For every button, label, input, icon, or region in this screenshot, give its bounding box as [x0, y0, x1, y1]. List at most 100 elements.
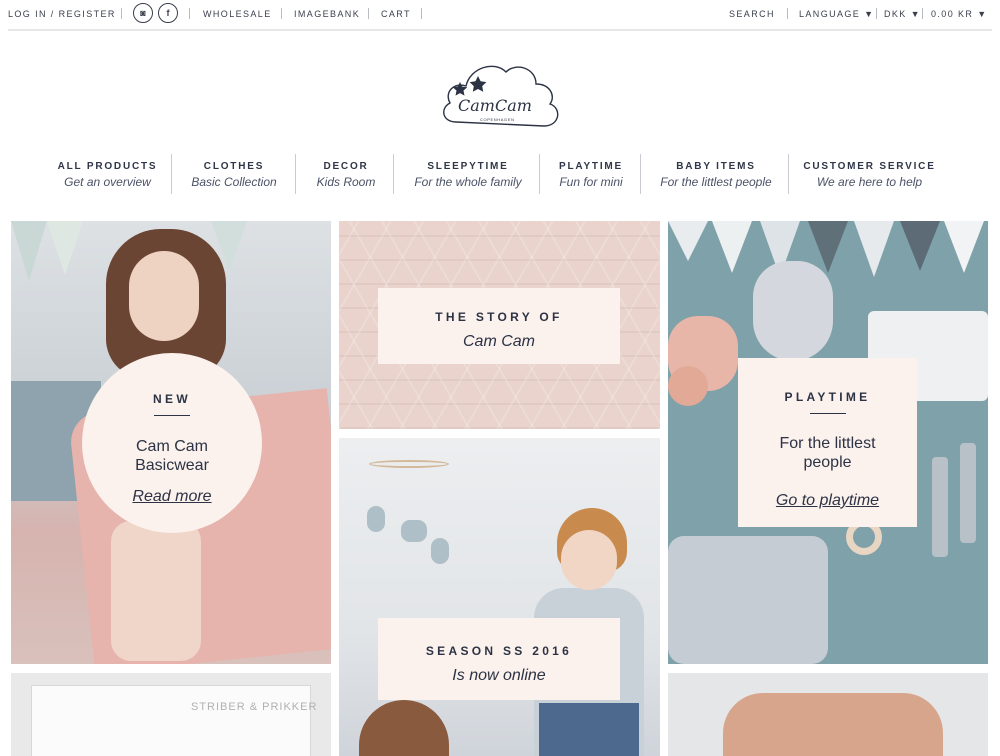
nav-subtitle: Kids Room [316, 175, 376, 189]
bunting-flag [47, 221, 83, 275]
nav-subtitle: We are here to help [816, 175, 923, 189]
divider [189, 8, 190, 19]
new-badge-text-line: Cam Cam [135, 438, 208, 455]
elephant-toy-image [668, 366, 708, 406]
story-subtitle: Cam Cam [462, 333, 535, 350]
top-bar-divider [8, 29, 992, 31]
season-card[interactable]: SEASON SS 2016 Is now online [378, 618, 620, 700]
nav-title: SLEEPYTIME [427, 161, 509, 172]
cart-total[interactable]: 0.00 KR ▼ [931, 9, 986, 19]
go-to-playtime-link[interactable]: Go to playtime [776, 492, 879, 510]
instagram-icon[interactable]: ◙ [133, 3, 153, 23]
nav-item-clothes[interactable]: CLOTHES Basic Collection [180, 152, 288, 196]
divider [368, 8, 369, 19]
nav-subtitle: Fun for mini [559, 175, 623, 189]
nav-item-sleepytime[interactable]: SLEEPYTIME For the whole family [402, 152, 534, 196]
magazine-heading: STRIBER & PRIKKER [191, 701, 318, 713]
nav-divider [295, 154, 296, 194]
cart-link[interactable]: CART [381, 9, 411, 19]
nav-title: ALL PRODUCTS [57, 161, 158, 172]
divider [421, 8, 422, 19]
jeans-image [539, 703, 639, 756]
nav-subtitle: For the littlest people [660, 175, 772, 189]
search-link[interactable]: SEARCH [729, 9, 775, 19]
mobile-toy-image [401, 520, 427, 542]
wholesale-link[interactable]: WHOLESALE [203, 9, 272, 19]
nav-item-customer-service[interactable]: CUSTOMER SERVICE We are here to help [797, 152, 942, 196]
season-tile[interactable] [339, 438, 660, 756]
nav-subtitle: Get an overview [64, 175, 151, 189]
currency-select[interactable]: DKK ▼ [884, 9, 920, 19]
playtime-card[interactable]: PLAYTIME For the littlest people Go to p… [738, 358, 917, 527]
bunting-flag [854, 221, 894, 277]
divider [281, 8, 282, 19]
playtime-text: For the littlest people [738, 434, 917, 472]
magazine-tile[interactable]: STRIBER & PRIKKER [11, 673, 331, 756]
logo-wordmark: CamCam [458, 96, 532, 115]
nav-divider [393, 154, 394, 194]
nav-item-baby-items[interactable]: BABY ITEMS For the littlest people [650, 152, 782, 196]
divider [121, 8, 122, 19]
bunting-flag [944, 221, 984, 273]
nav-title: CUSTOMER SERVICE [803, 161, 936, 172]
bag-tile[interactable] [668, 673, 988, 756]
bunting-flag [11, 221, 47, 281]
bunting-flag [900, 221, 940, 271]
divider [922, 8, 923, 19]
playtime-title: PLAYTIME [784, 390, 871, 404]
playtime-text-line: people [803, 454, 852, 471]
magazine-image [31, 685, 311, 756]
divider [809, 413, 846, 414]
nav-subtitle: Basic Collection [191, 175, 277, 189]
balloon-toy-image [753, 261, 833, 361]
caret-down-icon: ▼ [910, 9, 920, 19]
nav-title: DECOR [323, 161, 369, 172]
caret-down-icon: ▼ [864, 9, 874, 19]
new-badge-text-line: Basicwear [135, 457, 209, 474]
divider [876, 8, 877, 19]
nav-item-playtime[interactable]: PLAYTIME Fun for mini [546, 152, 636, 196]
story-card[interactable]: THE STORY OF Cam Cam [378, 288, 620, 364]
nav-divider [640, 154, 641, 194]
nav-divider [171, 154, 172, 194]
season-subtitle: Is now online [452, 667, 546, 684]
nav-subtitle: For the whole family [414, 175, 522, 189]
main-navigation: ALL PRODUCTS Get an overview CLOTHES Bas… [0, 152, 1000, 196]
playtime-text-line: For the littlest [779, 435, 876, 452]
season-title: SEASON SS 2016 [425, 644, 573, 658]
logo-subtitle: COPENHAGEN [480, 117, 515, 122]
new-badge-text: Cam Cam Basicwear [82, 437, 262, 475]
girl-face-image [129, 251, 199, 341]
divider [787, 8, 788, 19]
mobile-toy-image [431, 538, 449, 564]
nav-item-decor[interactable]: DECOR Kids Room [302, 152, 390, 196]
nav-title: BABY ITEMS [676, 161, 756, 172]
imagebank-link[interactable]: IMAGEBANK [294, 9, 360, 19]
boy-face-image [561, 530, 617, 590]
facebook-icon[interactable]: f [158, 3, 178, 23]
quilted-bag-image [668, 536, 828, 664]
caret-down-icon: ▼ [977, 9, 987, 19]
nav-title: CLOTHES [203, 161, 265, 172]
language-select[interactable]: LANGUAGE ▼ [799, 9, 873, 19]
girl-legs-image [111, 521, 201, 661]
nav-title: PLAYTIME [558, 161, 624, 172]
nav-divider [788, 154, 789, 194]
login-register-link[interactable]: LOG IN / REGISTER [8, 9, 116, 19]
read-more-link[interactable]: Read more [132, 488, 211, 506]
bunting-flag [712, 221, 752, 273]
story-title: THE STORY OF [435, 310, 563, 324]
mobile-toy-image [367, 506, 385, 532]
top-bar: LOG IN / REGISTER ◙ f WHOLESALE IMAGEBAN… [0, 0, 1000, 28]
bunting-flag [668, 221, 708, 261]
nav-divider [539, 154, 540, 194]
mobile-ring-image [369, 460, 449, 468]
divider [154, 415, 190, 416]
new-badge-title: NEW [153, 392, 191, 406]
pacifier-strap-image [960, 443, 976, 543]
child-hair-image [359, 700, 449, 756]
new-badge-circle[interactable]: NEW Cam Cam Basicwear Read more [82, 353, 262, 533]
pacifier-strap-image [932, 457, 948, 557]
changing-bag-image [723, 693, 943, 756]
nav-item-all-products[interactable]: ALL PRODUCTS Get an overview [50, 152, 165, 196]
